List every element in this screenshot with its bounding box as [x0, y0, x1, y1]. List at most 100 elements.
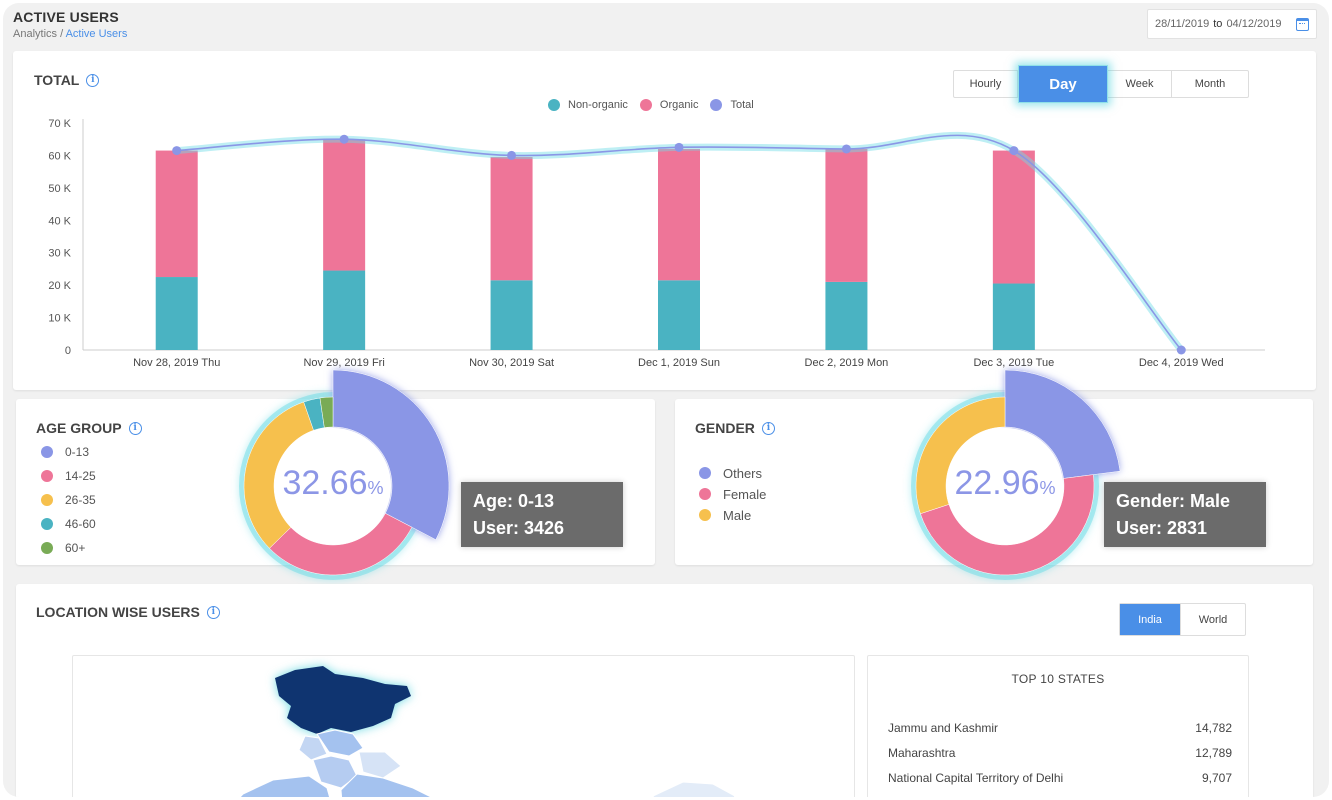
date-range-picker[interactable]: 28/11/2019 to 04/12/2019: [1147, 9, 1317, 39]
age-tooltip-line1: Age: 0-13: [473, 491, 555, 511]
gender-center-value: 22.96%: [945, 464, 1065, 503]
legend-dot: [699, 467, 711, 479]
state-value: 9,707: [1201, 771, 1232, 785]
legend-label: Female: [723, 486, 767, 502]
legend-dot: [548, 99, 560, 111]
age-center-value: 32.66%: [273, 464, 393, 503]
legend-dot: [699, 509, 711, 521]
legend-organic[interactable]: Organic: [639, 99, 698, 111]
bar-organic[interactable]: [992, 150, 1035, 284]
breadcrumb-root[interactable]: Analytics: [13, 28, 57, 40]
legend-dot: [41, 446, 53, 458]
age-legend-item[interactable]: 26-35: [41, 492, 96, 508]
total-point[interactable]: [339, 134, 349, 144]
legend-label: Total: [730, 99, 754, 111]
legend-label: Non-organic: [568, 99, 628, 111]
age-group-title-text: AGE GROUP: [36, 420, 122, 436]
map-region-jammu-kashmir: [275, 666, 411, 734]
gender-legend-item[interactable]: Others: [699, 465, 766, 481]
bar-non-organic[interactable]: [658, 280, 700, 350]
bar-non-organic[interactable]: [992, 283, 1035, 350]
total-point[interactable]: [1009, 146, 1019, 156]
bar-non-organic[interactable]: [490, 280, 533, 350]
legend-dot: [41, 542, 53, 554]
total-point[interactable]: [674, 142, 684, 152]
total-point[interactable]: [841, 144, 851, 154]
state-name: Maharashtra: [888, 746, 956, 760]
state-row[interactable]: National Capital Territory of Delhi 9,707: [888, 771, 1232, 785]
y-tick-label: 60 K: [48, 150, 71, 162]
india-map[interactable]: [73, 656, 855, 797]
legend-label: Others: [723, 465, 763, 481]
state-row[interactable]: Maharashtra 12,789: [888, 746, 1232, 760]
x-tick-label: Dec 2, 2019 Mon: [805, 357, 889, 369]
breadcrumb-separator: /: [57, 28, 66, 40]
x-tick-label: Dec 1, 2019 Sun: [638, 357, 720, 369]
age-group-legend: 0-13 14-25 26-35 46-60 60+: [41, 444, 96, 564]
legend-dot: [41, 494, 53, 506]
map-region-uttarakhand: [358, 751, 402, 779]
bar-organic[interactable]: [155, 150, 198, 278]
age-legend-item[interactable]: 60+: [41, 540, 96, 556]
calendar-icon[interactable]: [1296, 18, 1309, 31]
age-center-number: 32.66: [282, 464, 368, 502]
state-name: Jammu and Kashmir: [888, 721, 999, 735]
date-from: 28/11/2019: [1155, 18, 1210, 30]
x-tick-label: Dec 4, 2019 Wed: [1139, 357, 1224, 369]
y-tick-label: 10 K: [48, 313, 71, 325]
region-india[interactable]: India: [1120, 604, 1181, 635]
bar-organic[interactable]: [323, 139, 366, 271]
date-to: 04/12/2019: [1226, 18, 1282, 30]
region-world[interactable]: World: [1181, 604, 1245, 635]
state-row[interactable]: Jammu and Kashmir 14,782: [888, 721, 1232, 735]
top-states-panel: TOP 10 STATES Jammu and Kashmir 14,782 Ma…: [867, 655, 1249, 797]
age-legend-item[interactable]: 46-60: [41, 516, 96, 532]
bar-organic[interactable]: [825, 148, 868, 282]
legend-dot: [41, 518, 53, 530]
x-tick-label: Dec 3, 2019 Tue: [973, 357, 1054, 369]
location-card: LOCATION WISE USERS i India World TOP 10…: [16, 584, 1313, 797]
gender-center-number: 22.96: [954, 464, 1040, 502]
legend-label: 14-25: [65, 469, 96, 483]
total-point[interactable]: [1176, 345, 1186, 355]
state-name: National Capital Territory of Delhi: [888, 771, 1064, 785]
bar-non-organic[interactable]: [323, 270, 366, 350]
info-icon[interactable]: i: [761, 421, 775, 435]
total-point[interactable]: [507, 150, 517, 160]
breadcrumb: Analytics / Active Users: [13, 28, 127, 40]
gender-title: GENDER i: [695, 420, 775, 436]
location-title: LOCATION WISE USERS i: [36, 604, 220, 620]
gender-tooltip: Gender: Male User: 2831: [1104, 482, 1266, 547]
bar-organic[interactable]: [658, 148, 700, 281]
map-region-uttar-pradesh: [340, 773, 433, 797]
legend-non-organic[interactable]: Non-organic: [548, 99, 628, 111]
y-tick-label: 40 K: [48, 215, 71, 227]
info-icon[interactable]: i: [206, 605, 220, 619]
age-legend-item[interactable]: 0-13: [41, 444, 96, 460]
info-icon[interactable]: i: [128, 421, 142, 435]
gender-center-unit: %: [1039, 478, 1056, 498]
map-region-rajasthan: [239, 775, 331, 797]
legend-dot: [639, 99, 652, 111]
y-tick-label: 0: [65, 345, 71, 357]
gender-legend-item[interactable]: Male: [699, 507, 766, 523]
age-legend-item[interactable]: 14-25: [41, 468, 96, 484]
y-tick-label: 50 K: [48, 183, 71, 195]
breadcrumb-current[interactable]: Active Users: [66, 28, 128, 40]
y-tick-label: 70 K: [48, 118, 71, 130]
bar-non-organic[interactable]: [825, 281, 868, 350]
gender-legend-item[interactable]: Female: [699, 486, 766, 502]
total-legend: Non-organic Organic Total: [548, 99, 754, 111]
total-point[interactable]: [172, 146, 182, 156]
legend-label: 0-13: [65, 445, 90, 459]
bar-organic[interactable]: [490, 157, 533, 281]
legend-total[interactable]: Total: [710, 99, 754, 111]
legend-dot: [710, 99, 723, 111]
bar-non-organic[interactable]: [155, 277, 198, 350]
x-tick-label: Nov 30, 2019 Sat: [469, 357, 554, 369]
legend-label: Male: [723, 507, 752, 523]
page-title: ACTIVE USERS: [13, 9, 119, 25]
legend-label: 26-35: [65, 493, 96, 507]
gender-tooltip-line2: User: 2831: [1116, 518, 1208, 538]
gender-legend: Others Female Male: [699, 465, 766, 528]
